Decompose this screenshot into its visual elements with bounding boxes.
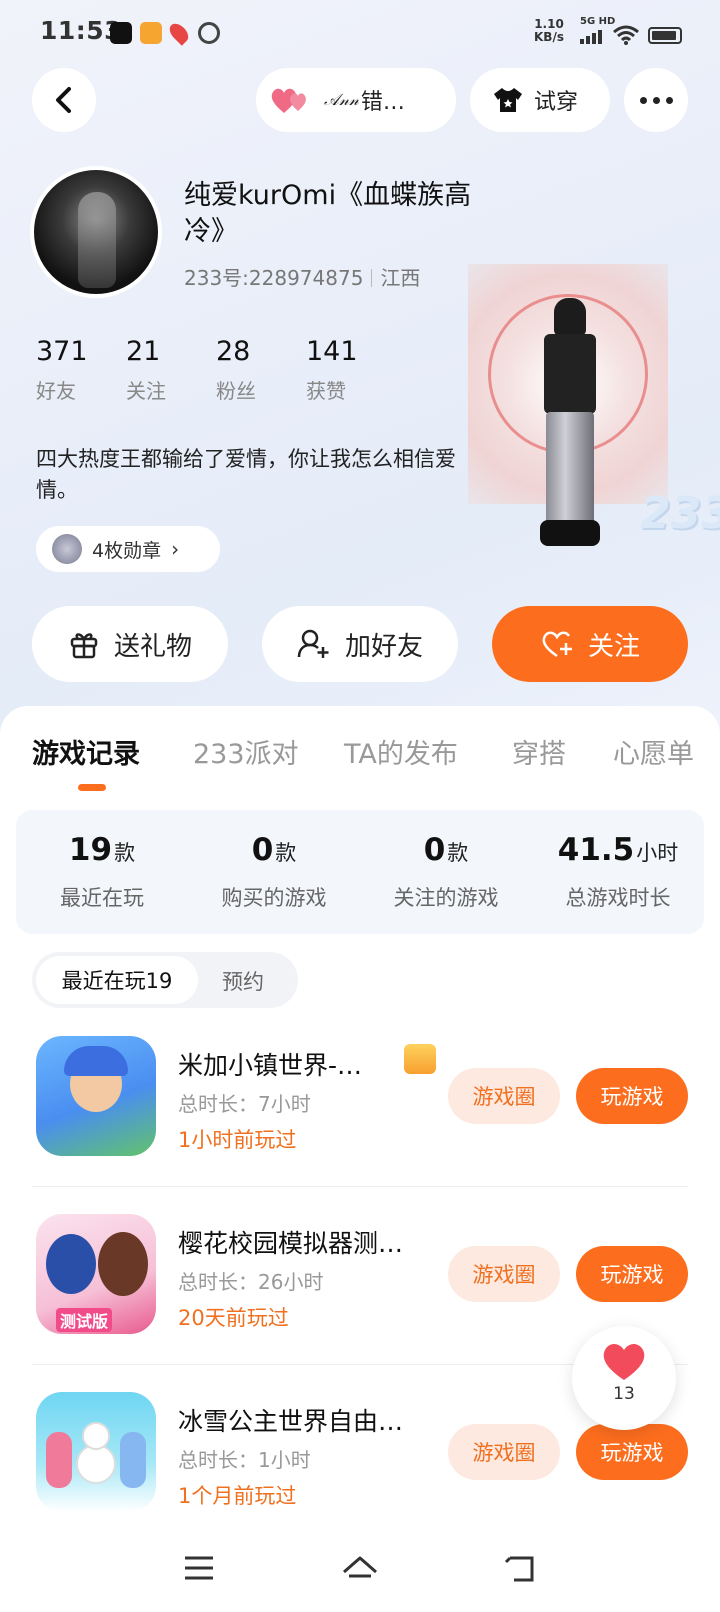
tab-game-records[interactable]: 游戏记录 — [32, 732, 140, 771]
game-title: 米加小镇世界-… — [178, 1051, 363, 1080]
system-navigation-bar — [0, 1540, 720, 1612]
back-button[interactable] — [32, 68, 96, 132]
medal-icon — [52, 534, 82, 564]
like-count: 13 — [613, 1384, 635, 1404]
game-last-played: 1小时前玩过 — [178, 1128, 297, 1152]
liked-user-signature: 𝒜𝓃𝓃 — [324, 90, 359, 109]
play-game-button[interactable]: 玩游戏 — [576, 1068, 688, 1124]
profile-location: 江西 — [380, 266, 421, 290]
send-gift-button[interactable]: 送礼物 — [32, 606, 228, 682]
back-nav-icon[interactable] — [504, 1554, 538, 1584]
recent-reserve-toggle: 最近在玩19 预约 — [32, 952, 298, 1008]
game-icon[interactable] — [36, 1392, 156, 1512]
avatar[interactable] — [30, 166, 162, 298]
stat-fans[interactable]: 28 粉丝 — [216, 336, 306, 404]
menu-icon[interactable] — [182, 1554, 216, 1582]
signal-icon — [580, 30, 602, 44]
tab-233-party[interactable]: 233派对 — [193, 732, 299, 771]
badges-count: 4枚勋章 — [92, 539, 162, 562]
battery-icon — [648, 27, 682, 44]
game-circle-button[interactable]: 游戏圈 — [448, 1424, 560, 1480]
divider — [32, 1186, 688, 1187]
profile-uid: 233号:228974875 — [184, 266, 364, 290]
summary-recent[interactable]: 19款 最近在玩 — [16, 810, 188, 934]
follow-label: 关注 — [587, 631, 640, 662]
chevron-right-icon: › — [171, 537, 180, 561]
try-on-button[interactable]: 试穿 — [470, 68, 610, 132]
game-duration: 总时长：1小时 — [178, 1448, 311, 1472]
status-bar: 11:53 1.10 KB/s 5G HD — [0, 10, 720, 50]
game-icon[interactable]: 测试版 — [36, 1214, 156, 1334]
brand-233-logo: 233 — [640, 488, 720, 539]
location-icon — [166, 20, 192, 46]
segment-reserve[interactable]: 预约 — [222, 966, 264, 996]
summary-purchased[interactable]: 0款 购买的游戏 — [188, 810, 360, 934]
tab-outfits[interactable]: 穿搭 — [512, 732, 566, 771]
profile-tabs: 游戏记录 233派对 TA的发布 穿搭 心愿单 — [0, 732, 720, 792]
play-game-button[interactable]: 玩游戏 — [576, 1424, 688, 1480]
badges-button[interactable]: 4枚勋章 › — [36, 526, 220, 572]
tab-wishlist[interactable]: 心愿单 — [613, 732, 694, 771]
send-gift-label: 送礼物 — [113, 631, 192, 662]
profile-stats: 371 好友 21 关注 28 粉丝 141 获赞 — [36, 336, 396, 404]
more-options-button[interactable] — [624, 68, 688, 132]
stat-friends[interactable]: 371 好友 — [36, 336, 126, 404]
tiktok-icon — [110, 22, 132, 44]
heart-plus-icon — [542, 631, 572, 658]
try-on-label: 试穿 — [534, 90, 579, 115]
play-game-button[interactable]: 玩游戏 — [576, 1246, 688, 1302]
follow-button[interactable]: 关注 — [492, 606, 688, 682]
avatar-character[interactable] — [540, 298, 600, 554]
add-user-icon — [297, 629, 329, 658]
wifi-icon — [613, 25, 639, 45]
chevron-left-icon — [56, 87, 71, 113]
tshirt-icon — [494, 88, 522, 112]
game-duration: 总时长：7小时 — [178, 1092, 311, 1116]
game-icon[interactable] — [36, 1036, 156, 1156]
profile-uid-row: 233号:228974875 江西 — [184, 262, 420, 291]
stat-likes[interactable]: 141 获赞 — [306, 336, 396, 404]
liked-by-pill[interactable]: 𝒜𝓃𝓃 错… — [256, 68, 456, 132]
double-heart-icon — [271, 88, 306, 113]
game-title: 冰雪公主世界自由… — [178, 1407, 404, 1436]
game-circle-button[interactable]: 游戏圈 — [448, 1068, 560, 1124]
stat-following[interactable]: 21 关注 — [126, 336, 216, 404]
link-icon — [198, 22, 220, 44]
game-last-played: 1个月前玩过 — [178, 1484, 297, 1508]
add-friend-button[interactable]: 加好友 — [262, 606, 458, 682]
profile-name: 纯爱kurOmi《血蝶族高冷》 — [184, 180, 472, 247]
game-last-played: 20天前玩过 — [178, 1306, 289, 1330]
app-notification-icon — [140, 22, 162, 44]
summary-followed[interactable]: 0款 关注的游戏 — [360, 810, 532, 934]
segment-recent[interactable]: 最近在玩19 — [36, 956, 198, 1004]
active-tab-indicator — [78, 784, 106, 791]
signal-label: 5G HD — [580, 16, 616, 27]
gift-badge-icon — [404, 1044, 436, 1074]
gift-icon — [70, 633, 98, 659]
game-circle-button[interactable]: 游戏圈 — [448, 1246, 560, 1302]
game-summary: 19款 最近在玩 0款 购买的游戏 0款 关注的游戏 41.5小时 总游戏时长 — [16, 810, 704, 934]
network-speed: 1.10 KB/s — [534, 17, 564, 44]
tab-posts[interactable]: TA的发布 — [344, 732, 458, 771]
profile-bio: 四大热度王都输给了爱情，你让我怎么相信爱情。 — [36, 447, 456, 502]
list-item[interactable]: 米加小镇世界-… 总时长：7小时 1小时前玩过 游戏圈 玩游戏 — [0, 1036, 720, 1196]
game-duration: 总时长：26小时 — [178, 1270, 324, 1294]
summary-total-time[interactable]: 41.5小时 总游戏时长 — [532, 810, 704, 934]
liked-user-suffix: 错… — [360, 90, 405, 115]
more-dots-icon — [639, 96, 647, 104]
floating-like-button[interactable]: 13 — [572, 1326, 676, 1430]
home-icon[interactable] — [340, 1554, 380, 1586]
game-title: 樱花校园模拟器测… — [178, 1229, 404, 1258]
heart-icon — [603, 1344, 645, 1380]
add-friend-label: 加好友 — [344, 631, 423, 662]
